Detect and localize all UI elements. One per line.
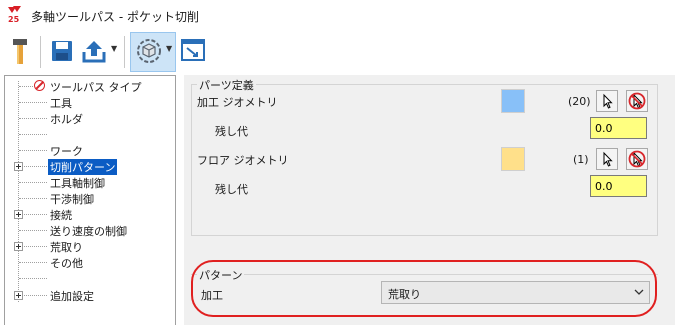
tree-item-roughing[interactable]: 荒取り [5,238,175,254]
tree-branch [19,278,47,279]
save-icon[interactable] [51,40,73,62]
tree-item-label: 切削パターン [48,159,118,175]
tree-item-misc[interactable]: その他 [5,254,175,270]
tree-item-tool-axis-control[interactable]: 工具軸制御 [5,174,175,190]
tree-item-label: 工具軸制御 [50,177,105,190]
export-dropdown-icon[interactable]: ▼ [111,44,117,53]
export-icon[interactable] [81,38,107,64]
tree-branch [19,230,47,231]
tree-item-label: ツールパス タイプ [50,81,142,94]
machining-stock-input[interactable] [590,117,647,139]
view-3d-icon[interactable] [135,37,163,65]
machining-type-select[interactable]: 荒取り [381,281,650,304]
tree-item-toolpath-type[interactable]: ツールパス タイプ [5,78,175,94]
machining-stock-label: 残し代 [215,125,248,138]
floor-geometry-label: フロア ジオメトリ [197,154,289,167]
floor-geometry-count: (1) [573,153,589,166]
app-logo-icon: 25 [8,6,21,23]
machining-geometry-count: (20) [568,95,591,108]
window-title: 多軸ツールパス - ポケット切削 [31,10,199,24]
chevron-down-icon [634,289,644,295]
tree-branch [19,262,47,263]
machining-geometry-color-swatch[interactable] [501,89,525,113]
tree-item-label: 送り速度の制御 [50,225,127,238]
expand-icon[interactable] [14,162,23,171]
toolbar: ▼ ▼ [0,30,675,74]
tree-item-label: 荒取り [50,241,83,254]
clear-selection-icon [628,92,646,110]
floor-stock-input[interactable] [590,175,647,197]
tree-item-workpiece[interactable]: ワーク [5,142,175,158]
expand-icon[interactable] [14,291,23,300]
tree-item-collision-control[interactable]: 干渉制御 [5,190,175,206]
tree-branch [19,86,33,87]
floor-stock-label: 残し代 [215,183,248,196]
parts-group-title: パーツ定義 [197,77,256,93]
tree-item-feed-control[interactable]: 送り速度の制御 [5,222,175,238]
tree-item-cut-pattern[interactable]: 切削パターン [5,158,175,175]
pattern-group-title: パターン [197,267,245,283]
floor-geometry-color-swatch[interactable] [501,147,525,171]
tree-item-blank[interactable] [5,270,175,286]
pointer-icon [603,151,613,167]
tool-icon[interactable] [11,38,29,66]
tree-branch [19,182,47,183]
clear-machining-geometry-button[interactable] [626,90,648,112]
tree-item-links[interactable]: 接続 [5,206,175,222]
svg-text:25: 25 [8,15,20,23]
tree-item-label: ワーク [50,145,83,158]
clear-selection-icon [628,150,646,168]
select-floor-geometry-button[interactable] [596,148,618,170]
tree-branch [19,246,47,247]
tree-branch [19,198,47,199]
tree-branch [19,295,47,296]
expand-icon[interactable] [14,210,23,219]
pointer-icon [603,93,613,109]
forbid-icon [34,80,45,91]
tree-branch [19,102,47,103]
tree-item-blank[interactable] [5,126,175,142]
toolbar-separator [124,36,125,68]
tree-branch [19,118,47,119]
title-bar: 25 多軸ツールパス - ポケット切削 [0,0,675,30]
clear-floor-geometry-button[interactable] [626,148,648,170]
tree-item-label: 接続 [50,209,72,222]
machining-geometry-label: 加工 ジオメトリ [197,96,278,109]
machining-type-value: 荒取り [388,288,421,301]
tree-item-label: その他 [50,257,83,270]
tree-item-tool[interactable]: 工具 [5,94,175,110]
expand-icon[interactable] [14,242,23,251]
view-3d-dropdown-icon[interactable]: ▼ [166,44,172,53]
toolbar-separator [40,36,41,68]
tree-item-label: 干渉制御 [50,193,94,206]
machining-type-label: 加工 [201,289,223,302]
tree-item-label: ホルダ [50,113,83,126]
tree-branch [19,166,47,167]
tree-branch [19,150,47,151]
tree-branch [19,134,47,135]
tree-item-additional-settings[interactable]: 追加設定 [5,287,175,303]
tree-branch [19,214,47,215]
tree-item-label: 工具 [50,97,72,110]
tree-item-label: 追加設定 [50,290,94,303]
settings-tree: ツールパス タイプ 工具 ホルダ ワーク 切削パターン 工具軸制御 干渉制御 接… [4,75,176,325]
window-switch-icon[interactable] [181,39,205,63]
tree-item-holder[interactable]: ホルダ [5,110,175,126]
select-machining-geometry-button[interactable] [596,90,618,112]
